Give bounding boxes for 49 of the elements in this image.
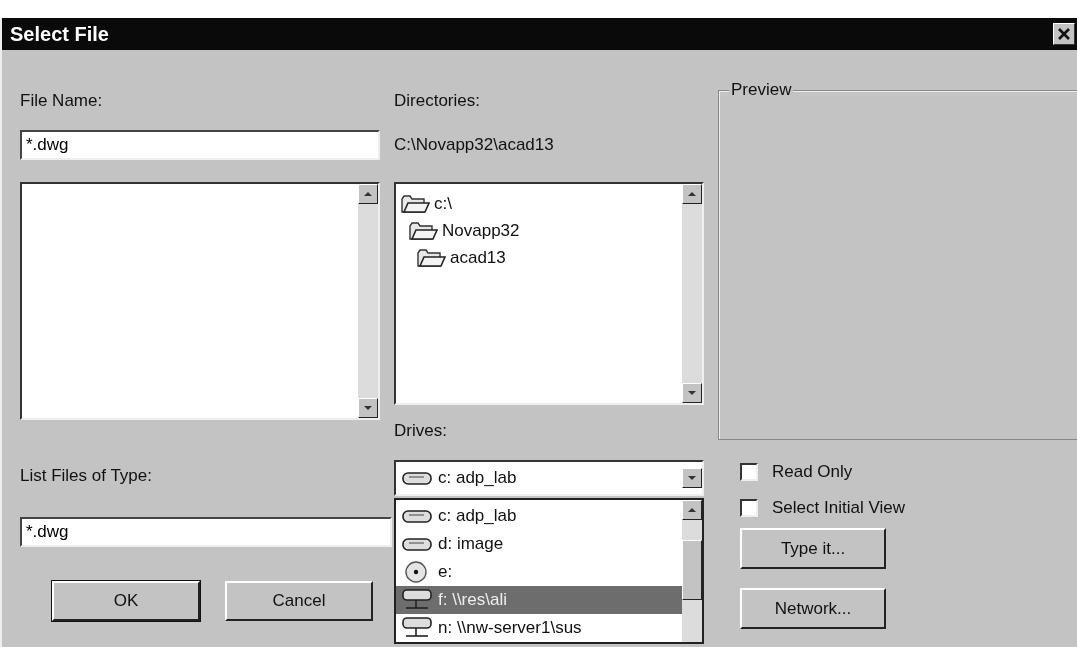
folder-icon	[416, 246, 446, 269]
folder-icon	[408, 219, 438, 242]
scroll-down-button[interactable]	[358, 398, 378, 418]
scroll-down-button[interactable]	[682, 383, 702, 403]
down-arrow-icon	[687, 390, 697, 396]
file-name-field[interactable]: *.dwg	[20, 130, 380, 160]
dropdown-button[interactable]	[682, 468, 702, 488]
folder-icon	[400, 192, 430, 215]
window-title: Select File	[10, 22, 109, 46]
drive-icon	[402, 536, 432, 552]
field-label: Drives:	[394, 420, 447, 442]
drive-option[interactable]: d: image	[396, 530, 682, 558]
drive-dropdown[interactable]: c: adp_lab	[394, 460, 704, 496]
field-label: Directories:	[394, 90, 480, 112]
network-drive-icon	[402, 588, 432, 612]
checkbox-label[interactable]: Read Only	[772, 462, 853, 482]
drive-icon	[402, 470, 432, 486]
folder-name[interactable]: c:\	[434, 193, 452, 214]
checkbox[interactable]	[740, 463, 758, 481]
up-arrow-icon	[363, 191, 373, 197]
field-label: File Name:	[20, 90, 103, 112]
current-path: C:\Novapp32\acad13	[394, 134, 554, 156]
directory-list[interactable]: c:\ Novapp32 acad13	[394, 182, 704, 405]
up-arrow-icon	[687, 507, 697, 513]
dialog-button[interactable]: Cancel	[225, 581, 373, 621]
scroll-up-button[interactable]	[682, 500, 702, 520]
down-arrow-icon	[363, 405, 373, 411]
file-type-field[interactable]: *.dwg	[20, 517, 392, 547]
up-arrow-icon	[687, 191, 697, 197]
drive-icon	[402, 508, 432, 524]
down-arrow-icon	[687, 475, 697, 481]
field-label: List Files of Type:	[20, 465, 152, 487]
folder-name[interactable]: Novapp32	[442, 220, 520, 241]
drive-option[interactable]: e:	[396, 558, 682, 586]
close-icon	[1057, 27, 1071, 41]
folder-name[interactable]: acad13	[450, 247, 506, 268]
scroll-up-button[interactable]	[682, 184, 702, 204]
scroll-thumb[interactable]	[682, 540, 702, 600]
close-button[interactable]	[1053, 23, 1075, 45]
drive-option[interactable]: c: adp_lab	[396, 502, 682, 530]
dialog-button[interactable]: OK	[52, 581, 200, 621]
dialog-button[interactable]: Type it...	[740, 528, 886, 569]
drive-option[interactable]: n: \\nw-server1\sus	[396, 614, 682, 642]
checkbox-label[interactable]: Select Initial View	[772, 498, 905, 518]
network-drive-icon	[402, 616, 432, 640]
scroll-up-button[interactable]	[358, 184, 378, 204]
dialog-button[interactable]: Network...	[740, 588, 886, 629]
checkbox[interactable]	[740, 499, 758, 517]
drive-option[interactable]: f: \\res\ali	[396, 586, 682, 614]
